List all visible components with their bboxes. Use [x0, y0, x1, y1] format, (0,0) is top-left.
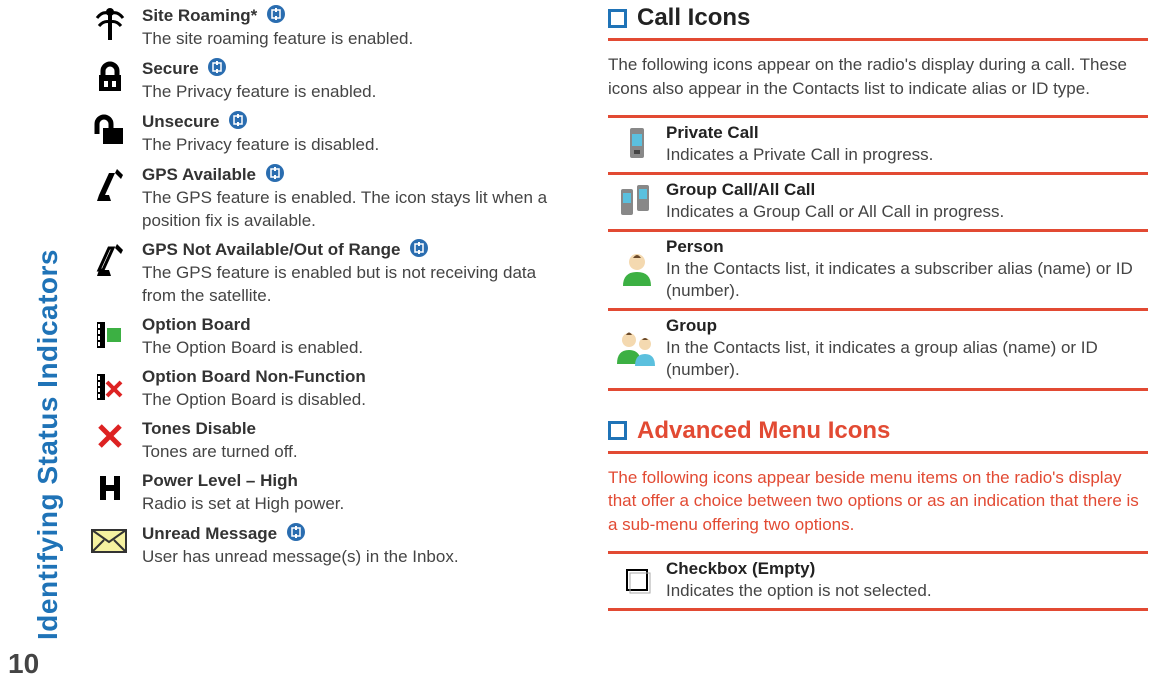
- item-desc: The GPS feature is enabled. The icon sta…: [142, 188, 547, 230]
- status-item: Unsecure The Privacy feature is disabled…: [78, 110, 553, 157]
- gps-unavailable-icon: [78, 238, 142, 280]
- item-title: GPS Available: [142, 165, 256, 184]
- section-rule: [608, 38, 1148, 41]
- item-desc: The Privacy feature is disabled.: [142, 135, 379, 154]
- unlock-icon: [78, 110, 142, 148]
- section-bullet-icon: [608, 421, 627, 440]
- left-column: Site Roaming* The site roaming feature i…: [78, 4, 553, 575]
- status-item: Power Level – High Radio is set at High …: [78, 470, 553, 516]
- right-column: Call Icons The following icons appear on…: [608, 4, 1148, 611]
- option-board-nonfunction-icon: [78, 366, 142, 404]
- unread-message-icon: [78, 522, 142, 556]
- table-row: Person In the Contacts list, it indicate…: [608, 229, 1148, 308]
- item-desc: The GPS feature is enabled but is not re…: [142, 263, 536, 305]
- lock-icon: [78, 57, 142, 95]
- item-title: GPS Not Available/Out of Range: [142, 240, 401, 259]
- private-call-icon: [608, 122, 666, 166]
- row-desc: In the Contacts list, it indicates a sub…: [666, 259, 1133, 300]
- item-desc: The site roaming feature is enabled.: [142, 29, 413, 48]
- info-badge-icon: [405, 240, 429, 259]
- group-icon: [608, 315, 666, 381]
- table-row: Group Call/All Call Indicates a Group Ca…: [608, 172, 1148, 229]
- sidebar-section-label: Identifying Status Indicators: [32, 249, 64, 640]
- info-badge-icon: [261, 165, 285, 184]
- item-title: Site Roaming*: [142, 6, 257, 25]
- row-desc: Indicates a Private Call in progress.: [666, 145, 933, 164]
- item-desc: The Option Board is enabled.: [142, 338, 363, 357]
- section-bullet-icon: [608, 9, 627, 28]
- call-icons-table: Private Call Indicates a Private Call in…: [608, 115, 1148, 391]
- site-roaming-icon: [78, 4, 142, 42]
- status-item: Tones Disable Tones are turned off.: [78, 418, 553, 464]
- gps-available-icon: [78, 163, 142, 205]
- table-row: Private Call Indicates a Private Call in…: [608, 115, 1148, 172]
- power-high-icon: [78, 470, 142, 502]
- section-intro: The following icons appear on the radio'…: [608, 53, 1148, 101]
- status-item: Option Board Non-Function The Option Boa…: [78, 366, 553, 412]
- status-item: Unread Message User has unread message(s…: [78, 522, 553, 569]
- status-item: GPS Available The GPS feature is enabled…: [78, 163, 553, 233]
- group-call-icon: [608, 179, 666, 223]
- section-title: Call Icons: [637, 4, 750, 32]
- row-desc: Indicates a Group Call or All Call in pr…: [666, 202, 1004, 221]
- item-title: Power Level – High: [142, 471, 298, 490]
- person-icon: [608, 236, 666, 302]
- item-desc: Radio is set at High power.: [142, 494, 344, 513]
- section-header-call-icons: Call Icons: [608, 4, 1148, 32]
- tones-disable-icon: [78, 418, 142, 450]
- status-item: Site Roaming* The site roaming feature i…: [78, 4, 553, 51]
- option-board-icon: [78, 314, 142, 352]
- row-title: Group Call/All Call: [666, 180, 815, 199]
- section-rule: [608, 451, 1148, 454]
- info-badge-icon: [262, 6, 286, 25]
- section-header-adv-menu: Advanced Menu Icons: [608, 417, 1148, 445]
- row-title: Person: [666, 237, 724, 256]
- item-desc: The Option Board is disabled.: [142, 390, 366, 409]
- info-badge-icon: [282, 524, 306, 543]
- table-row: Checkbox (Empty) Indicates the option is…: [608, 551, 1148, 611]
- info-badge-icon: [224, 112, 248, 131]
- item-desc: User has unread message(s) in the Inbox.: [142, 547, 459, 566]
- row-desc: Indicates the option is not selected.: [666, 581, 932, 600]
- item-title: Tones Disable: [142, 419, 256, 438]
- status-item: Secure The Privacy feature is enabled.: [78, 57, 553, 104]
- row-title: Private Call: [666, 123, 759, 142]
- section-intro: The following icons appear beside menu i…: [608, 466, 1148, 537]
- item-title: Unsecure: [142, 112, 219, 131]
- item-title: Option Board: [142, 315, 251, 334]
- row-desc: In the Contacts list, it indicates a gro…: [666, 338, 1098, 379]
- item-desc: The Privacy feature is enabled.: [142, 82, 376, 101]
- section-title: Advanced Menu Icons: [637, 417, 890, 445]
- adv-menu-table: Checkbox (Empty) Indicates the option is…: [608, 551, 1148, 611]
- row-title: Group: [666, 316, 717, 335]
- item-title: Secure: [142, 59, 199, 78]
- status-item: Option Board The Option Board is enabled…: [78, 314, 553, 360]
- item-title: Unread Message: [142, 524, 277, 543]
- table-row: Group In the Contacts list, it indicates…: [608, 308, 1148, 390]
- page-number: 10: [8, 648, 39, 680]
- item-desc: Tones are turned off.: [142, 442, 298, 461]
- row-title: Checkbox (Empty): [666, 559, 815, 578]
- status-item: GPS Not Available/Out of Range The GPS f…: [78, 238, 553, 308]
- item-title: Option Board Non-Function: [142, 367, 366, 386]
- checkbox-empty-icon: [608, 558, 666, 602]
- info-badge-icon: [203, 59, 227, 78]
